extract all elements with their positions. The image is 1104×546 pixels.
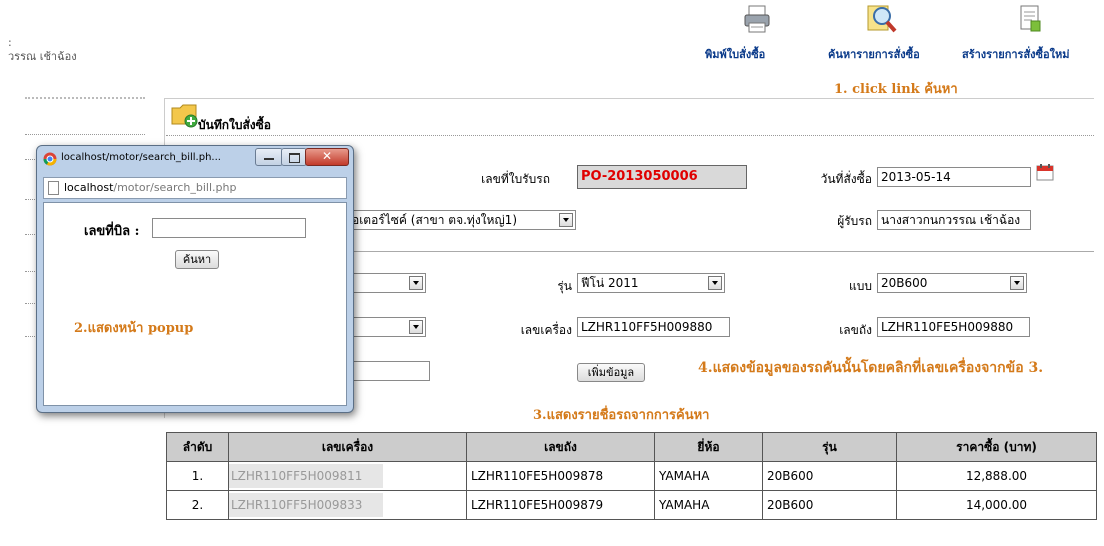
chassis-cell: LZHR110FE5H009878	[466, 461, 655, 491]
receipt-label: เลขที่ใบรับรถ	[481, 172, 550, 186]
minimize-icon	[264, 158, 274, 160]
engine-number-field[interactable]: LZHR110FF5H009880	[577, 317, 730, 337]
receipt-number-field[interactable]: PO-2013050006	[577, 165, 747, 189]
print-order-link[interactable]: พิมพ์ใบสั่งซื้อ	[705, 45, 765, 63]
model-cell: 20B600	[762, 461, 897, 491]
model-cell: 20B600	[762, 490, 897, 520]
receiver-label: ผู้รับรถ	[837, 214, 872, 228]
order-date-field[interactable]: 2013-05-14	[877, 167, 1031, 187]
engine-number-link[interactable]: LZHR110FF5H009811	[229, 464, 383, 488]
search-results-table: ลำดับ เลขเครื่อง เลขถัง ยี่ห้อ รุ่น ราคา…	[166, 432, 1097, 520]
receiver-field[interactable]: นางสาวกนกวรรณ เช้าฉ้อง	[877, 210, 1031, 230]
form-top-border	[164, 98, 1094, 100]
printer-icon[interactable]	[742, 4, 772, 37]
chevron-down-icon	[559, 213, 573, 227]
chevron-down-icon	[409, 320, 423, 334]
form-title: บันทึกใบสั่งซื้อ	[198, 118, 272, 132]
left-divider	[25, 97, 145, 99]
annotation-2: 2.แสดงหน้า popup	[74, 321, 194, 336]
model-select-value: ฟีโน่ 2011	[581, 276, 639, 290]
search-icon[interactable]	[864, 2, 898, 37]
user-info: : วรรณ เช้าฉ้อง	[8, 36, 77, 64]
row-index: 1.	[166, 461, 229, 491]
engine-number-cell[interactable]: LZHR110FF5H009833	[228, 490, 467, 520]
chassis-number-field[interactable]: LZHR110FE5H009880	[877, 317, 1030, 337]
row-index: 2.	[166, 490, 229, 520]
chevron-down-icon	[1010, 276, 1024, 290]
user-name: วรรณ เช้าฉ้อง	[8, 50, 77, 63]
chevron-down-icon	[708, 276, 722, 290]
type-label: แบบ	[849, 279, 872, 293]
create-order-link[interactable]: สร้างรายการสั่งซื้อใหม่	[962, 45, 1069, 63]
add-data-button[interactable]: เพิ่มข้อมูล	[577, 363, 645, 382]
column-header: เลขถัง	[466, 432, 655, 462]
chrome-icon	[43, 152, 57, 169]
search-order-link[interactable]: ค้นหารายการสั่งซื้อ	[828, 45, 920, 63]
brand-cell: YAMAHA	[654, 490, 763, 520]
table-header-row: ลำดับ เลขเครื่อง เลขถัง ยี่ห้อ รุ่น ราคา…	[166, 432, 1097, 462]
type-select[interactable]: 20B600	[877, 273, 1027, 293]
minimize-button[interactable]	[255, 148, 283, 166]
url-host: localhost	[64, 181, 114, 194]
column-header: ราคาซื้อ (บาท)	[896, 432, 1097, 462]
close-icon: ✕	[321, 149, 333, 163]
column-header: รุ่น	[762, 432, 897, 462]
calendar-icon[interactable]	[1036, 163, 1054, 184]
annotation-4: 4.แสดงข้อมูลของรถคันนั้นโดยคลิกที่เลขเคร…	[698, 360, 1044, 376]
type-select-value: 20B600	[881, 276, 928, 290]
price-cell: 12,888.00	[896, 461, 1097, 491]
order-date-label: วันที่สั่งซื้อ	[820, 172, 872, 186]
engine-number-link[interactable]: LZHR110FF5H009833	[229, 493, 383, 517]
popup-content: เลขที่บิล : ค้นหา 2.แสดงหน้า popup	[43, 202, 347, 406]
new-document-icon[interactable]	[1018, 4, 1042, 37]
address-bar[interactable]: localhost/motor/search_bill.php	[43, 177, 347, 199]
table-row: 1. LZHR110FF5H009811 LZHR110FE5H009878 Y…	[166, 461, 1097, 491]
table-row: 2. LZHR110FF5H009833 LZHR110FE5H009879 Y…	[166, 490, 1097, 520]
bill-number-label: เลขที่บิล :	[84, 224, 140, 239]
maximize-button[interactable]	[281, 148, 307, 166]
close-button[interactable]: ✕	[305, 148, 349, 166]
brand-cell: YAMAHA	[654, 461, 763, 491]
chevron-down-icon	[409, 276, 423, 290]
popup-title: localhost/motor/search_bill.ph...	[61, 152, 221, 163]
folder-add-icon	[170, 102, 200, 131]
left-divider	[25, 134, 145, 135]
url-path: /motor/search_bill.php	[113, 181, 237, 194]
engine-number-cell[interactable]: LZHR110FF5H009811	[228, 461, 467, 491]
search-bill-popup: localhost/motor/search_bill.ph... ✕ loca…	[36, 145, 354, 413]
column-header: ลำดับ	[166, 432, 229, 462]
column-header: เลขเครื่อง	[228, 432, 467, 462]
annotation-3: 3.แสดงรายชื่อรถจากการค้นหา	[533, 408, 710, 423]
column-header: ยี่ห้อ	[654, 432, 763, 462]
price-cell: 14,000.00	[896, 490, 1097, 520]
maximize-icon	[289, 153, 300, 163]
search-button[interactable]: ค้นหา	[175, 250, 219, 269]
page-icon	[48, 181, 59, 195]
model-label: รุ่น	[557, 279, 572, 293]
form-title-divider	[166, 135, 1094, 136]
user-label: :	[8, 36, 12, 49]
chassis-cell: LZHR110FE5H009879	[466, 490, 655, 520]
bill-number-input[interactable]	[152, 218, 306, 238]
chassis-label: เลขถัง	[839, 323, 872, 337]
annotation-1: 1. click link ค้นหา	[834, 82, 958, 97]
model-select[interactable]: ฟีโน่ 2011	[577, 273, 725, 293]
engine-label: เลขเครื่อง	[520, 323, 572, 337]
